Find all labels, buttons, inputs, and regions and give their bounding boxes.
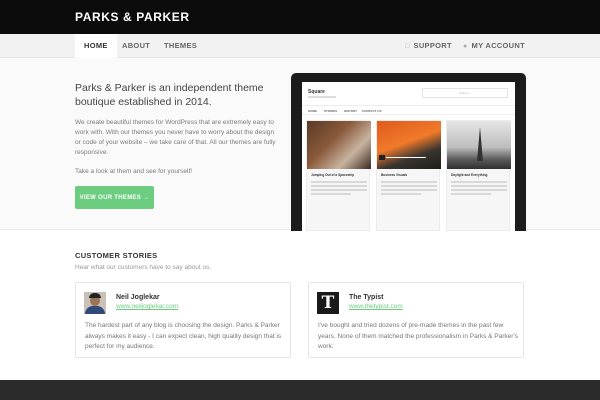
nav-support-label: SUPPORT xyxy=(413,41,452,50)
preview-card-title: Daylight and Everything xyxy=(451,173,488,177)
preview-nav: HOME STORIES HISTORY CONTACT US xyxy=(302,105,515,115)
support-icon: □ xyxy=(405,43,410,50)
preview-text-line xyxy=(311,181,367,183)
hero-section: Parks & Parker is an independent theme b… xyxy=(0,58,600,231)
preview-card-image xyxy=(307,121,371,169)
testimonial-quote: I've bought and tried dozens of pre-made… xyxy=(318,322,518,350)
preview-text-line xyxy=(451,185,507,187)
preview-card-title: Business Visuals xyxy=(381,173,408,177)
avatar-hair xyxy=(89,293,101,298)
preview-card-image xyxy=(377,121,441,169)
typist-logo-icon: T xyxy=(317,292,339,314)
preview-card: Jumping Out of a Spaceship xyxy=(306,120,371,231)
preview-text-line xyxy=(311,189,367,191)
theme-preview-screen: Square Search... HOME STORIES HISTORY CO… xyxy=(302,82,515,231)
testimonial-quote: The hardest part of any blog is choosing… xyxy=(85,322,282,350)
hero-heading: Parks & Parker is an independent theme b… xyxy=(75,82,264,108)
preview-text-line xyxy=(311,185,367,187)
typist-logo-letter: T xyxy=(321,293,335,313)
top-header: PARKS & PARKER xyxy=(0,0,600,34)
preview-text-line xyxy=(381,193,421,195)
nav-home[interactable]: HOME xyxy=(75,34,117,58)
nav-support[interactable]: □ SUPPORT xyxy=(405,34,452,58)
nav-my-account[interactable]: ● MY ACCOUNT xyxy=(463,34,525,58)
view-our-themes-button[interactable]: VIEW OUR THEMES → xyxy=(75,186,154,209)
preview-text-line xyxy=(451,181,507,183)
brand-logo[interactable]: PARKS & PARKER xyxy=(75,10,190,24)
testimonial-link[interactable]: www.neiljoglekar.com xyxy=(116,303,178,310)
stories-subheading: Hear what our customers have to say abou… xyxy=(75,264,212,271)
preview-nav-item: STORIES xyxy=(324,109,338,113)
footer xyxy=(0,380,600,400)
hero-body: We create beautiful themes for WordPress… xyxy=(75,119,276,156)
testimonial-card: T The Typist www.thetypist.com I've boug… xyxy=(308,282,524,358)
user-icon: ● xyxy=(463,43,468,50)
nav-my-account-label: MY ACCOUNT xyxy=(471,41,525,50)
preview-nav-item: HOME xyxy=(308,109,317,113)
preview-search-box: Search... xyxy=(422,88,508,98)
preview-text-line xyxy=(381,185,437,187)
preview-text-line xyxy=(451,189,507,191)
testimonial-card: Neil Joglekar www.neiljoglekar.com The h… xyxy=(75,282,291,358)
nav-themes[interactable]: THEMES xyxy=(164,34,197,58)
preview-text-line xyxy=(311,193,351,195)
preview-card-image xyxy=(447,121,511,169)
avatar xyxy=(84,292,106,314)
preview-card: Business Visuals xyxy=(376,120,441,231)
video-progress-bar xyxy=(386,157,426,158)
video-play-icon xyxy=(379,155,385,160)
nav-about[interactable]: ABOUT xyxy=(122,34,150,58)
eiffel-tower-silhouette xyxy=(477,127,483,161)
preview-nav-item: HISTORY xyxy=(344,109,358,113)
main-nav: HOME ABOUT THEMES □ SUPPORT ● MY ACCOUNT xyxy=(0,34,600,58)
preview-card-title: Jumping Out of a Spaceship xyxy=(311,173,355,177)
preview-tagline xyxy=(308,96,336,98)
testimonial-name: The Typist xyxy=(349,294,384,301)
device-mockup: Square Search... HOME STORIES HISTORY CO… xyxy=(291,73,526,231)
preview-site-title: Square xyxy=(308,89,325,95)
preview-text-line xyxy=(451,193,491,195)
stories-heading: CUSTOMER STORIES xyxy=(75,251,158,260)
preview-nav-item: CONTACT US xyxy=(362,109,382,113)
testimonial-link[interactable]: www.thetypist.com xyxy=(349,303,403,310)
preview-text-line xyxy=(381,189,437,191)
hero-cta-text: Take a look at them and see for yourself… xyxy=(75,168,193,175)
preview-text-line xyxy=(381,181,437,183)
avatar-body xyxy=(85,306,105,314)
preview-card: Daylight and Everything xyxy=(446,120,511,231)
testimonial-name: Neil Joglekar xyxy=(116,294,160,301)
